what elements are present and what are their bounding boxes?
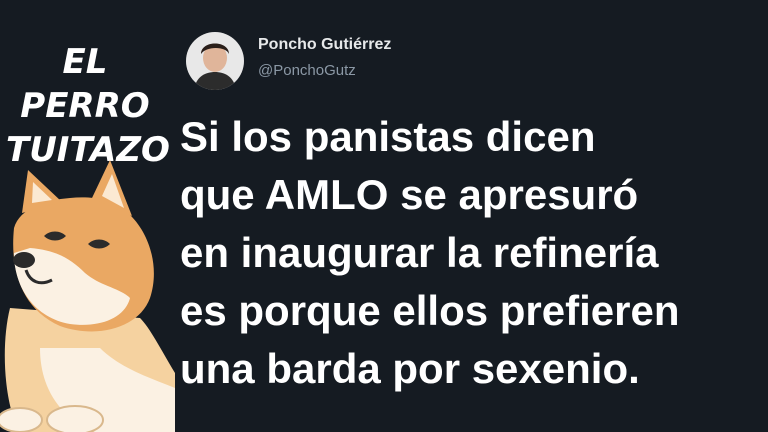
author-name[interactable]: Poncho Gutiérrez [258,36,391,54]
profile-photo-icon [186,32,244,90]
shiba-dog-icon [0,160,175,432]
author-avatar[interactable] [186,32,244,90]
tweet-line: en inaugurar la refinería [180,229,659,276]
brand-title: EL PERRO TUITAZO [6,40,170,172]
meme-canvas: EL PERRO TUITAZO Poncho Gutiérrez @Ponch… [0,0,768,432]
tweet-line: Si los panistas dicen [180,113,596,160]
brand-title-line1: EL PERRO [20,42,150,126]
tweet-line: es porque ellos prefieren [180,287,680,334]
tweet-line: una barda por sexenio. [180,345,640,392]
author-handle[interactable]: @PonchoGutz [258,62,356,79]
tweet-body: Si los panistas dicen que AMLO se apresu… [180,108,765,398]
tweet-line: que AMLO se apresuró [180,171,639,218]
